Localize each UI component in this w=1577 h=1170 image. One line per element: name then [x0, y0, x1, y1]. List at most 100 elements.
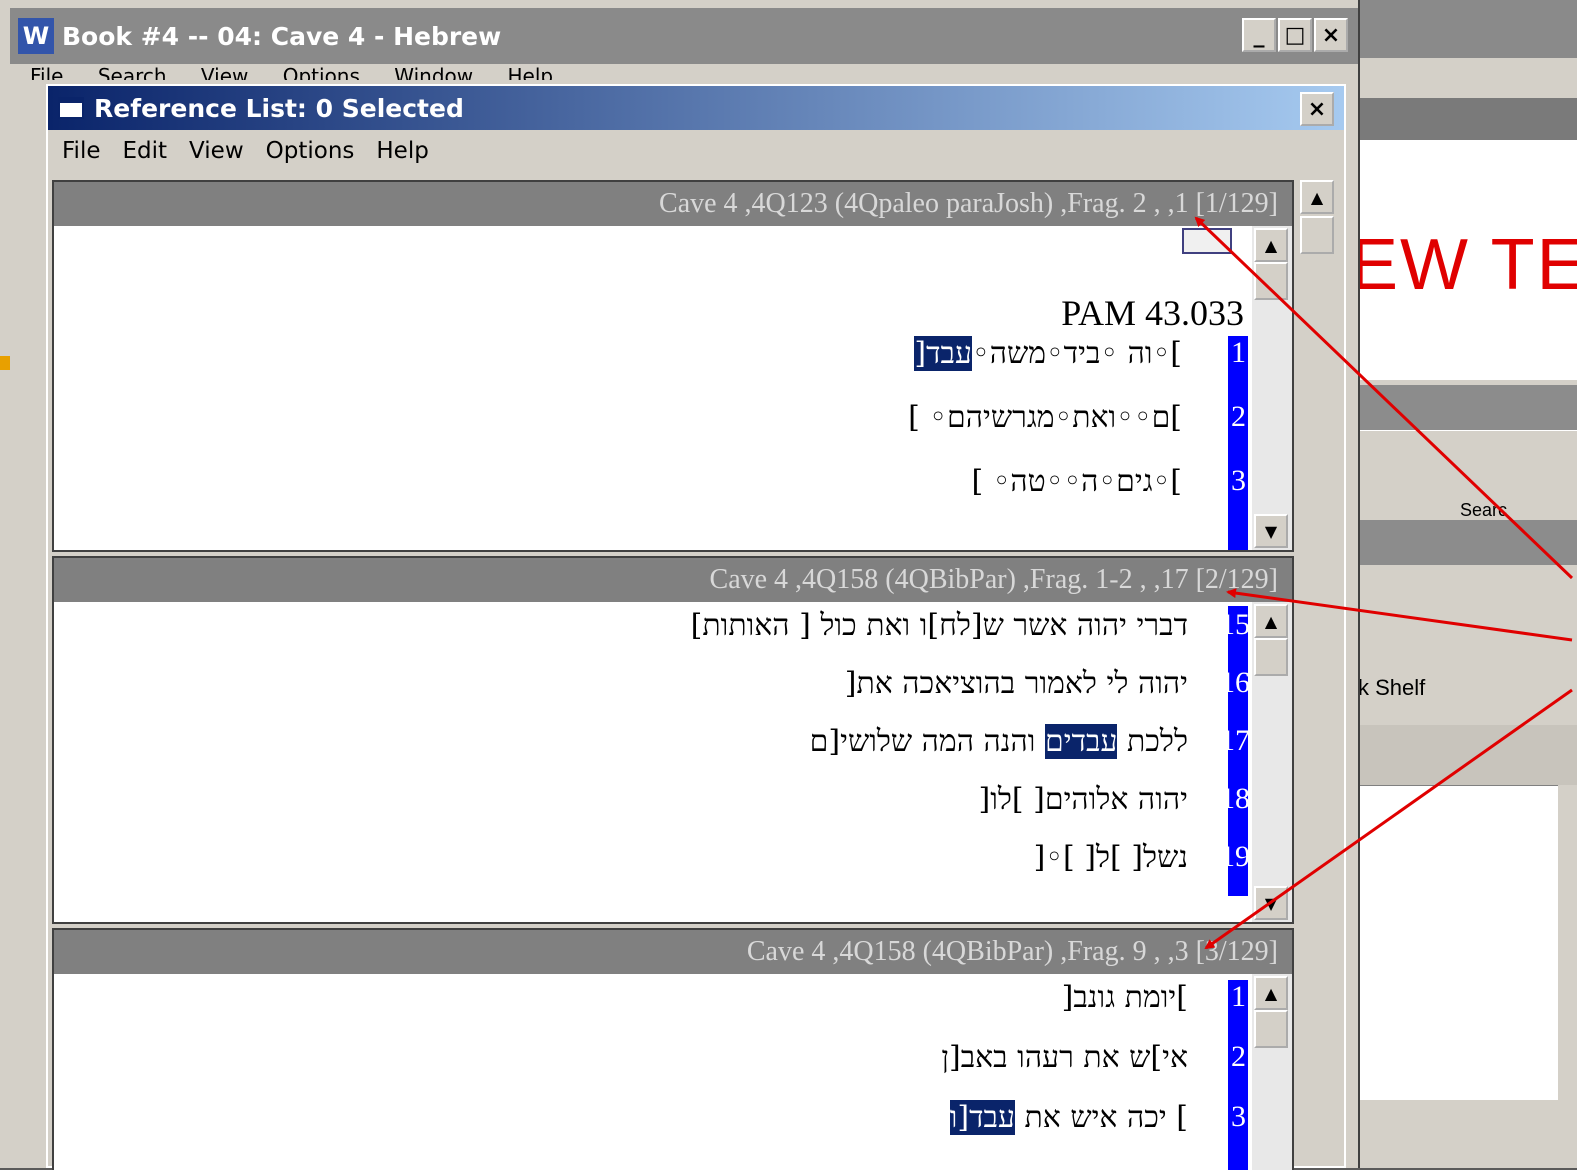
ref-menu-view[interactable]: View — [189, 138, 244, 164]
ref-menu-file[interactable]: File — [62, 138, 101, 164]
ref-menu-edit[interactable]: Edit — [123, 138, 168, 164]
camera-icon[interactable] — [1182, 228, 1232, 254]
scroll-down-button[interactable]: ▼ — [1254, 514, 1288, 548]
background-list-box[interactable] — [1358, 785, 1560, 1102]
line-number: 2 — [1231, 1040, 1246, 1073]
scroll-thumb[interactable] — [1254, 1010, 1288, 1048]
line-text: ]◦גים◦ה◦◦טה◦ ] — [971, 464, 1182, 499]
text-line: ללכת עבדים והנה המה שלושי[ם — [810, 724, 1188, 759]
highlighted-word[interactable]: עבד[ — [914, 336, 972, 371]
shelf-label[interactable]: k Shelf — [1358, 675, 1425, 701]
scroll-up-button[interactable]: ▲ — [1254, 604, 1288, 638]
menu-view[interactable]: View — [201, 64, 248, 80]
background-toolbar — [1350, 58, 1577, 98]
highlighted-word[interactable]: עבד[ו — [949, 1100, 1015, 1135]
left-edge — [0, 0, 10, 1168]
ref-menu-help[interactable]: Help — [376, 138, 428, 164]
pam-number: PAM 43.033 — [1061, 293, 1244, 333]
close-button[interactable]: × — [1314, 18, 1348, 52]
text-line: נשל[ ]ל[ ]◦[ — [1034, 840, 1188, 875]
line-number: 1 — [1231, 336, 1246, 369]
line-number: 19 — [1220, 840, 1250, 873]
ref-menu-options[interactable]: Options — [266, 138, 355, 164]
reference-close-button[interactable]: × — [1300, 92, 1334, 126]
line-text: ללכת — [1117, 724, 1188, 759]
background-header-bar — [1350, 98, 1577, 140]
background-panel-row — [1358, 430, 1577, 471]
background-title-bar — [1350, 0, 1577, 58]
scroll-up-button[interactable]: ▲ — [1254, 228, 1288, 262]
menu-help[interactable]: Help — [507, 64, 553, 80]
reference-list-window: Reference List: 0 Selected × File Edit V… — [46, 84, 1346, 1170]
scroll-down-button[interactable]: ▼ — [1254, 886, 1288, 920]
reference-menu-bar: File Edit View Options Help — [62, 138, 429, 164]
line-number: 15 — [1220, 608, 1250, 641]
line-text: ] יכה איש את — [1014, 1100, 1188, 1135]
text-line: יהוה לי לאמור בהוציאכה את[ — [845, 666, 1188, 701]
menu-file[interactable]: File — [30, 64, 63, 80]
reference-pane-3[interactable]: Cave 4 ,4Q158 (4QBibPar) ,Frag. 9 , ,3 [… — [52, 928, 1294, 1170]
menu-options[interactable]: Options — [283, 64, 360, 80]
text-line: יהוה אלוהים[ ]לו[ — [978, 782, 1188, 817]
line-text: נשל[ ]ל[ ]◦[ — [1033, 840, 1188, 875]
window-icon — [58, 97, 84, 119]
line-number: 2 — [1231, 400, 1246, 433]
maximize-button[interactable]: □ — [1278, 18, 1312, 52]
scroll-thumb[interactable] — [1254, 638, 1288, 676]
pane-header: Cave 4 ,4Q123 (4Qpaleo paraJosh) ,Frag. … — [54, 182, 1292, 226]
search-button-label[interactable]: Searc — [1460, 500, 1507, 521]
background-scrollbar[interactable] — [1558, 785, 1577, 1100]
background-panel-row — [1358, 565, 1577, 725]
window-controls: _ □ × — [1242, 18, 1348, 52]
outer-scroll-thumb[interactable] — [1300, 216, 1334, 254]
line-number: 17 — [1220, 724, 1250, 757]
pane-scrollbar[interactable]: ▲ — [1252, 974, 1292, 1170]
book-window-title: Book #4 -- 04: Cave 4 - Hebrew — [62, 21, 502, 51]
line-text: יהוה לי לאמור בהוציאכה את[ — [844, 666, 1188, 701]
reference-list-title: Reference List: 0 Selected — [94, 93, 464, 123]
line-text: אי]ש את רעהו באב[ן — [941, 1040, 1188, 1075]
book-menu-bar: File Search View Options Window Help — [30, 64, 581, 80]
line-text: והנה המה שלושי[ם — [809, 724, 1045, 759]
line-text: ]יומת גונב[ — [1061, 980, 1188, 1015]
menu-search[interactable]: Search — [98, 64, 167, 80]
text-line: ]◦וה ◦ביד◦משה◦עבד[ — [914, 336, 1182, 371]
background-footer — [1358, 1100, 1577, 1168]
scroll-thumb[interactable] — [1254, 262, 1288, 300]
line-text: יהוה אלוהים[ ]לו[ — [978, 782, 1188, 817]
book-window: W Book #4 -- 04: Cave 4 - Hebrew _ □ × F… — [10, 0, 1360, 1170]
line-number: 3 — [1231, 1100, 1246, 1133]
minimize-button[interactable]: _ — [1242, 18, 1276, 52]
outer-scroll-up-button[interactable]: ▲ — [1300, 180, 1334, 214]
text-line: ]יומת גונב[ — [1062, 980, 1188, 1015]
line-number: 1 — [1231, 980, 1246, 1013]
highlighted-word[interactable]: עבדים — [1044, 724, 1118, 759]
background-window: EW TE Searc k Shelf — [1350, 0, 1577, 1168]
app-icon[interactable]: W — [18, 18, 54, 54]
pane-scrollbar[interactable]: ▲ ▼ — [1252, 226, 1292, 550]
reference-list-title-bar[interactable]: Reference List: 0 Selected × — [48, 86, 1344, 130]
text-line: ] יכה איש את עבד[ו — [949, 1100, 1188, 1135]
background-panel-header — [1358, 385, 1577, 430]
reference-pane-1[interactable]: Cave 4 ,4Q123 (4Qpaleo paraJosh) ,Frag. … — [52, 180, 1294, 552]
pane-body: 15 16 17 18 19 דברי יהוה אשר ש[לח]ו ואת … — [54, 602, 1292, 922]
reference-pane-2[interactable]: Cave 4 ,4Q158 (4QBibPar) ,Frag. 1-2 , ,1… — [52, 556, 1294, 924]
line-number: 3 — [1231, 464, 1246, 497]
background-slide: EW TE — [1350, 140, 1577, 380]
menu-window[interactable]: Window — [394, 64, 473, 80]
pane-header: Cave 4 ,4Q158 (4QBibPar) ,Frag. 1-2 , ,1… — [54, 558, 1292, 602]
line-text: ]◦וה ◦ביד◦משה◦ — [972, 336, 1182, 371]
scroll-up-button[interactable]: ▲ — [1254, 976, 1288, 1010]
text-line: ]◦גים◦ה◦◦טה◦ ] — [971, 464, 1182, 499]
slide-title-fragment: EW TE — [1350, 225, 1577, 305]
line-number: 18 — [1220, 782, 1250, 815]
text-line: דברי יהוה אשר ש[לח]ו ואת כול [ האותות] — [691, 608, 1188, 643]
line-number: 16 — [1220, 666, 1250, 699]
pane-scrollbar[interactable]: ▲ ▼ — [1252, 602, 1292, 922]
line-text: ]ם◦◦ואת◦מגרשיהם◦ ] — [908, 400, 1182, 435]
text-line: ]ם◦◦ואת◦מגרשיהם◦ ] — [908, 400, 1182, 435]
pane-header: Cave 4 ,4Q158 (4QBibPar) ,Frag. 9 , ,3 [… — [54, 930, 1292, 974]
line-text: דברי יהוה אשר ש[לח]ו ואת כול [ האותות] — [690, 608, 1188, 643]
book-title-bar[interactable]: W Book #4 -- 04: Cave 4 - Hebrew _ □ × — [10, 8, 1358, 64]
background-panel-header — [1358, 520, 1577, 565]
